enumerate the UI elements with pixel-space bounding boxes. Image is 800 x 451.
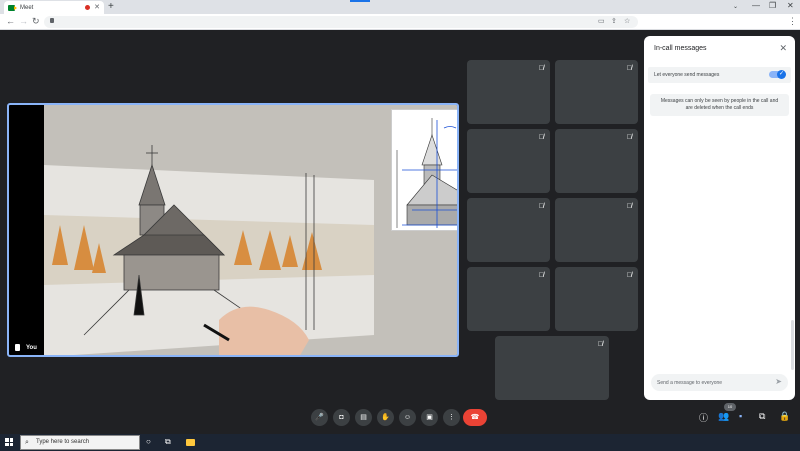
tab-meet[interactable]: Meet ✕	[4, 1, 104, 14]
in-call-messages-panel: In-call messages ✕ Let everyone send mes…	[644, 36, 795, 400]
participant-count-badge: 10	[724, 403, 736, 411]
captions-button[interactable]: ▤	[355, 409, 372, 426]
message-input[interactable]	[657, 377, 767, 388]
info-icon[interactable]: ⓘ	[699, 411, 708, 424]
raise-hand-button[interactable]: ✋	[377, 409, 394, 426]
address-bar: ← → ↻ ▭ ⇪ ☆ ⋮	[0, 14, 800, 30]
captions-icon: ▤	[360, 414, 367, 421]
info-message: Messages can only be seen by people in t…	[650, 94, 789, 116]
window-close-button[interactable]: ✕	[787, 1, 794, 10]
lock-icon[interactable]	[50, 18, 54, 23]
reload-button[interactable]: ↻	[32, 16, 40, 27]
end-call-icon: ☎	[470, 414, 480, 421]
pin-icon[interactable]	[15, 344, 20, 351]
cortana-icon[interactable]: ○	[146, 437, 151, 446]
camera-button[interactable]: ◘	[333, 409, 350, 426]
participant-tile[interactable]: 🎙̸	[467, 60, 550, 124]
participant-tile[interactable]: 🎙̸	[467, 198, 550, 262]
maximize-button[interactable]: ❐	[769, 1, 776, 10]
mic-off-icon: 🎙̸	[626, 272, 632, 279]
activities-icon[interactable]: ⧉	[759, 411, 765, 422]
browser-menu-button[interactable]: ⋮	[788, 16, 797, 27]
info-line-2: are deleted when the call ends	[685, 105, 754, 111]
tab-strip: Meet ✕ + ⌄ — ❐ ✕	[0, 0, 800, 14]
mic-off-icon: 🎙̸	[626, 65, 632, 72]
minimize-button[interactable]: —	[752, 1, 760, 10]
taskbar-search-text: Type here to search	[36, 439, 90, 445]
search-icon: ⌕	[25, 439, 29, 446]
forward-button[interactable]: →	[19, 16, 28, 26]
presenter-label: You	[15, 344, 37, 351]
mic-off-icon: 🎙̸	[626, 134, 632, 141]
end-call-button[interactable]: ☎	[463, 409, 487, 426]
mic-button[interactable]: 🎤	[311, 409, 328, 426]
message-input-wrapper: ➤	[651, 374, 788, 391]
mic-off-icon: 🎙̸	[538, 272, 544, 279]
recording-dot-icon	[85, 5, 90, 10]
mic-off-icon: 🎙̸	[597, 341, 603, 348]
mic-off-icon: 🎙̸	[538, 65, 544, 72]
panel-scrollbar[interactable]	[791, 320, 794, 370]
mic-icon: 🎤	[315, 414, 324, 421]
present-button[interactable]: ▣	[421, 409, 438, 426]
present-icon: ▣	[426, 414, 433, 421]
file-explorer-icon[interactable]	[186, 439, 195, 446]
back-button[interactable]: ←	[6, 16, 15, 26]
taskbar: ⌕ Type here to search ○ ⧉	[0, 434, 800, 451]
participant-tile[interactable]: 🎙̸	[555, 60, 638, 124]
toggle-label: Let everyone send messages	[654, 72, 720, 78]
participant-tile[interactable]: 🎙̸	[555, 267, 638, 331]
emoji-button[interactable]: ☺	[399, 409, 416, 426]
mic-off-icon: 🎙̸	[538, 134, 544, 141]
participant-tile[interactable]: 🎙̸	[555, 129, 638, 193]
hand-icon: ✋	[381, 414, 390, 421]
more-options-button[interactable]: ⋮	[443, 409, 460, 426]
cast-icon[interactable]: ▭	[598, 17, 605, 25]
presenter-name: You	[26, 344, 37, 351]
camera-icon: ◘	[339, 414, 344, 421]
tab-search-chevron-icon[interactable]: ⌄	[733, 3, 738, 10]
mic-off-icon: 🎙̸	[538, 203, 544, 210]
participant-tile[interactable]: 🎙̸	[495, 336, 609, 400]
people-icon[interactable]: 👥	[718, 411, 729, 422]
pip-reference-tile[interactable]: ⦀	[391, 109, 457, 231]
tab-title: Meet	[20, 4, 34, 11]
close-icon[interactable]: ✕	[779, 43, 787, 54]
check-icon: ✓	[777, 70, 786, 79]
omnibox[interactable]: ▭ ⇪ ☆	[44, 16, 638, 28]
participant-tile[interactable]: 🎙̸	[467, 129, 550, 193]
meet-favicon-icon	[8, 4, 17, 11]
chat-icon[interactable]: ▪	[739, 411, 742, 421]
presentation-video: ⦀	[44, 105, 457, 355]
host-controls-icon[interactable]: 🔒	[779, 411, 790, 422]
star-icon[interactable]: ☆	[624, 17, 630, 25]
windows-start-icon[interactable]	[5, 438, 13, 446]
participant-tile[interactable]: 🎙̸	[467, 267, 550, 331]
emoji-icon: ☺	[403, 414, 412, 421]
taskbar-search[interactable]: ⌕ Type here to search	[20, 435, 140, 450]
tab-search-indicator	[350, 0, 370, 2]
task-view-icon[interactable]: ⧉	[165, 437, 171, 447]
mic-off-icon: 🎙̸	[626, 203, 632, 210]
reference-drawing-image	[392, 110, 457, 230]
info-line-1: Messages can only be seen by people in t…	[660, 98, 779, 104]
send-icon[interactable]: ➤	[775, 377, 782, 386]
more-vert-icon: ⋮	[448, 414, 455, 421]
panel-title: In-call messages	[654, 45, 707, 52]
participant-tile[interactable]: 🎙̸	[555, 198, 638, 262]
presentation-tile[interactable]: ⦀ You	[7, 103, 459, 357]
tab-close-icon[interactable]: ✕	[94, 3, 100, 11]
send-messages-toggle[interactable]: ✓	[769, 70, 786, 79]
share-icon[interactable]: ⇪	[611, 17, 617, 25]
new-tab-button[interactable]: +	[108, 1, 114, 12]
